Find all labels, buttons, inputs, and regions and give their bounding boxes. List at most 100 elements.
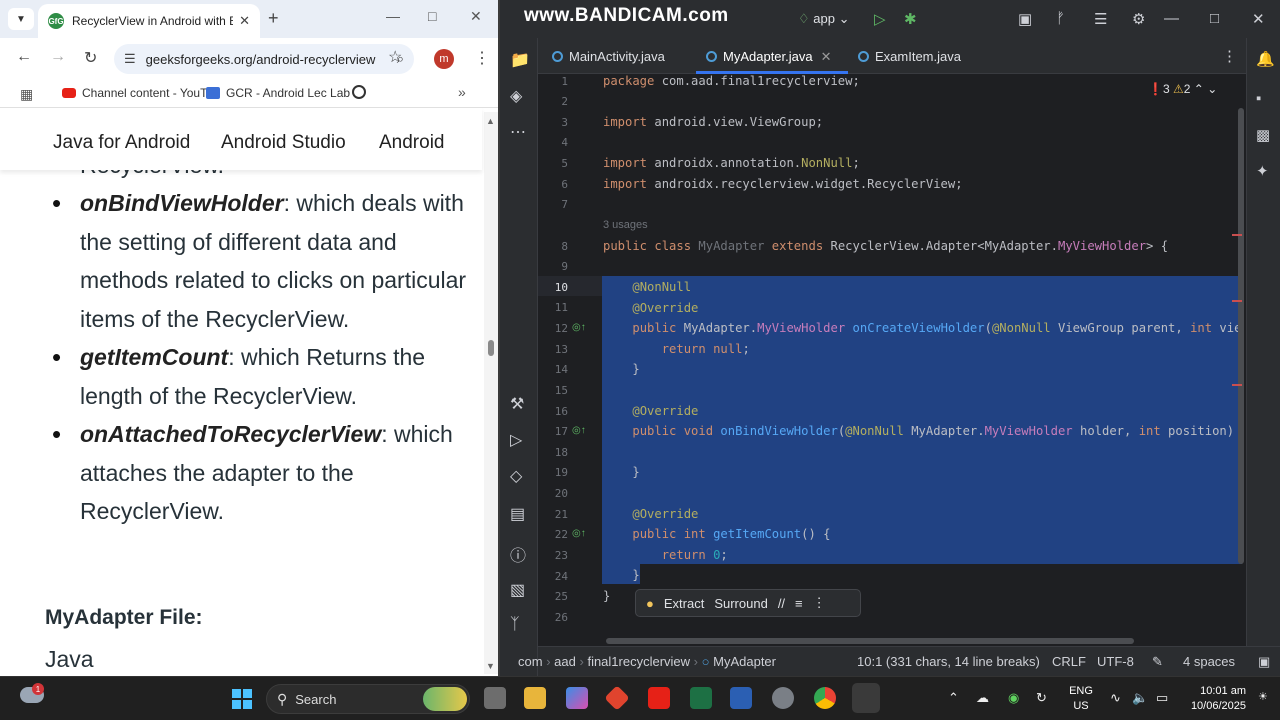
more-actions-icon[interactable]: ⋮ — [813, 595, 826, 611]
task-view-icon[interactable] — [484, 687, 506, 709]
run-tool-icon[interactable]: ▷ — [510, 430, 522, 450]
volume-icon[interactable]: 🔈 — [1132, 690, 1148, 706]
excel-icon[interactable] — [690, 687, 712, 709]
sync-tray-icon[interactable]: ↻ — [1036, 690, 1047, 706]
copilot-icon[interactable] — [566, 687, 588, 709]
battery-icon[interactable]: ▭ — [1156, 690, 1168, 706]
ide-close-button[interactable]: ✕ — [1252, 10, 1265, 28]
breadcrumb-item[interactable]: com — [518, 654, 543, 669]
settings-app-icon[interactable] — [772, 687, 794, 709]
chrome-icon[interactable] — [814, 687, 836, 709]
bookmark-youtube-studio[interactable]: Channel content - YouTube Studio — [62, 86, 210, 100]
git-icon[interactable]: ᛉ — [510, 616, 520, 634]
notification-center-icon[interactable]: ☀ — [1258, 690, 1268, 703]
override-gutter-icon[interactable]: ◎↑ — [572, 528, 586, 539]
ide-maximize-button[interactable]: □ — [1210, 10, 1219, 27]
editor-tabs-menu-icon[interactable]: ⋮ — [1222, 47, 1237, 65]
lightbulb-icon[interactable]: ● — [646, 596, 654, 611]
breadcrumb-item[interactable]: aad — [554, 654, 576, 669]
page-scrollbar[interactable] — [484, 112, 498, 674]
bookmark-star-icon[interactable]: ☆ — [388, 47, 402, 67]
tab-close-icon[interactable]: ✕ — [821, 49, 832, 64]
breadcrumb-item[interactable]: final1recyclerview — [587, 654, 690, 669]
reload-button[interactable]: ↻ — [84, 48, 97, 68]
android-studio-active-icon[interactable] — [852, 683, 880, 713]
tab-search-button[interactable]: ▼ — [8, 8, 34, 30]
usages-hint[interactable]: 3 usages — [603, 219, 648, 231]
scroll-down-icon[interactable]: ▼ — [486, 661, 495, 671]
notifications-bell-icon[interactable]: 🔔 — [1256, 50, 1275, 68]
new-tab-button[interactable]: + — [268, 8, 279, 29]
logcat-icon[interactable]: ▤ — [510, 504, 525, 524]
surround-button[interactable]: Surround — [714, 596, 767, 611]
problems-icon[interactable]: ⓘ — [510, 542, 526, 566]
start-button[interactable] — [232, 689, 252, 709]
nav-link-android[interactable]: Android — [379, 132, 459, 154]
readonly-lock-icon[interactable]: ▣ — [1258, 654, 1270, 670]
structure-icon[interactable]: ◈ — [510, 86, 522, 106]
more-tools-icon[interactable]: ⋯ — [510, 122, 526, 142]
tab-close-icon[interactable]: ✕ — [239, 13, 250, 29]
bookmark-gcr[interactable]: GCR - Android Lec Lab — [206, 86, 350, 100]
tab-myadapter[interactable]: MyAdapter.java ✕ — [706, 49, 832, 65]
nav-link-android-studio[interactable]: Android Studio — [221, 132, 346, 154]
sync-icon[interactable]: ☰ — [1094, 10, 1107, 28]
error-stripe-marker[interactable] — [1232, 234, 1242, 236]
gradle-icon[interactable]: ▪ — [1256, 90, 1261, 107]
file-encoding[interactable]: UTF-8 — [1097, 654, 1134, 669]
settings-gear-icon[interactable]: ⚙ — [1132, 10, 1145, 28]
back-button[interactable]: ← — [16, 48, 32, 66]
translate-icon[interactable]: ᚠ — [1056, 10, 1065, 27]
show-hidden-icons-icon[interactable]: ⌃ — [948, 690, 959, 706]
error-stripe-marker[interactable] — [1232, 384, 1242, 386]
onedrive-cloud-icon[interactable]: ☁ — [976, 690, 989, 706]
pencil-icon[interactable]: ✎ — [1152, 654, 1163, 670]
run-config-selector[interactable]: ♢ app ⌄ — [798, 11, 850, 27]
indent-setting[interactable]: 4 spaces — [1183, 654, 1235, 669]
gemini-sparkle-icon[interactable]: ✦ — [1256, 162, 1269, 180]
line-ending[interactable]: CRLF — [1052, 654, 1086, 669]
wifi-icon[interactable]: ∿ — [1110, 690, 1121, 706]
debug-icon[interactable]: ✱ — [904, 10, 917, 28]
close-window-button[interactable]: ✕ — [470, 8, 482, 25]
nav-link-java-for-android[interactable]: Java for Android — [53, 132, 190, 154]
device-manager-icon[interactable]: ▣ — [1018, 10, 1032, 28]
minimize-button[interactable]: — — [386, 8, 400, 24]
editor-vertical-scrollbar[interactable] — [1238, 108, 1244, 564]
tab-examitem[interactable]: ExamItem.java — [858, 49, 961, 64]
breadcrumb-item[interactable]: MyAdapter — [713, 654, 776, 669]
youtube-app-icon[interactable] — [648, 687, 670, 709]
override-gutter-icon[interactable]: ◎↑ — [572, 425, 586, 436]
build-hammer-icon[interactable]: ⚒ — [510, 394, 524, 414]
file-explorer-icon[interactable] — [524, 687, 546, 709]
ide-minimize-button[interactable]: — — [1164, 10, 1179, 27]
error-stripe-marker[interactable] — [1232, 300, 1242, 302]
device-explorer-icon[interactable]: ▩ — [1256, 126, 1270, 144]
editor-horizontal-scrollbar[interactable] — [606, 638, 1134, 644]
site-info-icon[interactable]: ☰ — [124, 51, 136, 67]
system-clock[interactable]: 10:01 am 10/06/2025 — [1180, 684, 1246, 714]
taskbar-search[interactable]: ⚲ Search — [266, 684, 470, 714]
run-icon[interactable]: ▷ — [874, 10, 886, 28]
comment-icon[interactable]: // — [778, 596, 785, 611]
tab-mainactivity[interactable]: MainActivity.java — [552, 49, 665, 64]
profile-avatar[interactable]: m — [434, 49, 454, 69]
gemini-diamond-icon[interactable]: ◇ — [510, 466, 522, 486]
caret-position[interactable]: 10:1 (331 chars, 14 line breaks) — [857, 654, 1040, 669]
browser-tab[interactable]: GfG RecyclerView in Android with Example… — [38, 4, 260, 38]
project-folder-icon[interactable]: 📁 — [510, 50, 530, 70]
extract-button[interactable]: Extract — [664, 596, 704, 611]
app-diamond-icon[interactable] — [604, 685, 630, 711]
format-icon[interactable]: ≡ — [795, 596, 803, 611]
code-editor[interactable]: package com.aad.final1recyclerview; impo… — [602, 74, 1242, 638]
forward-button[interactable]: → — [50, 48, 66, 66]
override-gutter-icon[interactable]: ◎↑ — [572, 322, 586, 333]
browser-menu-icon[interactable]: ⋮ — [474, 48, 490, 68]
scroll-up-icon[interactable]: ▲ — [486, 116, 495, 126]
globe-icon[interactable] — [352, 85, 366, 99]
terminal-icon[interactable]: ▧ — [510, 580, 525, 600]
address-bar[interactable]: ☰ geeksforgeeks.org/android-recyclerview… — [114, 44, 414, 74]
input-language[interactable]: ENG US — [1068, 684, 1094, 714]
more-bookmarks-icon[interactable]: » — [458, 84, 466, 100]
word-icon[interactable] — [730, 687, 752, 709]
